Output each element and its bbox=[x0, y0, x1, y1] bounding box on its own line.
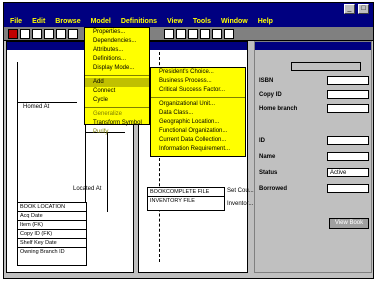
menu-file[interactable]: File bbox=[10, 16, 22, 27]
submenu-item[interactable]: Business Process... bbox=[151, 77, 245, 86]
menu-item[interactable]: Definitions... bbox=[85, 55, 149, 64]
tool-icon[interactable] bbox=[200, 29, 210, 39]
toolbar bbox=[4, 27, 373, 41]
submenu-item[interactable]: Critical Success Factor... bbox=[151, 86, 245, 95]
menu-item[interactable]: Attributes... bbox=[85, 46, 149, 55]
menu-edit[interactable]: Edit bbox=[32, 16, 45, 27]
relationship-line bbox=[17, 62, 18, 202]
menu-item[interactable]: Connect bbox=[85, 87, 149, 96]
entity-book-location[interactable]: BOOK LOCATION Acq Date Item (FK) Copy ID… bbox=[17, 202, 87, 266]
menu-item[interactable]: Transform Symbol bbox=[85, 119, 149, 128]
entity-title: BOOK LOCATION bbox=[18, 203, 86, 212]
submenu-item[interactable]: Current Data Collection... bbox=[151, 136, 245, 145]
entity-attribute: Owning Branch ID bbox=[20, 249, 65, 255]
menu-item[interactable]: Purify bbox=[85, 128, 149, 137]
relationship-line bbox=[107, 132, 108, 212]
field-label-copy-id: Copy ID bbox=[259, 92, 282, 98]
copy-id-field[interactable] bbox=[327, 90, 369, 99]
pane-titlebar bbox=[139, 42, 247, 50]
field-label-home-branch: Home branch bbox=[259, 106, 298, 112]
tool-icon[interactable] bbox=[188, 29, 198, 39]
application-window: _ □ File Edit Browse Model Definitions V… bbox=[3, 2, 374, 279]
home-branch-field[interactable] bbox=[327, 104, 369, 113]
file-item[interactable]: INVENTORY FILE bbox=[148, 197, 224, 205]
field-label-name: Name bbox=[259, 154, 276, 160]
menu-separator bbox=[85, 107, 149, 108]
file-item[interactable]: BOOKCOMPLETE FILE bbox=[148, 188, 224, 197]
relationship-line bbox=[17, 102, 77, 103]
menu-browse[interactable]: Browse bbox=[55, 16, 80, 27]
tool-icon[interactable] bbox=[176, 29, 186, 39]
maximize-button[interactable]: □ bbox=[358, 4, 369, 14]
submenu-item[interactable]: President's Choice... bbox=[151, 68, 245, 77]
menu-item-add[interactable]: Add bbox=[85, 78, 149, 87]
isbn-field[interactable] bbox=[327, 76, 369, 85]
pane-titlebar bbox=[255, 42, 371, 50]
label-homed-at: Homed At bbox=[23, 104, 50, 110]
form-pane: ISBN Copy ID Home branch ID Name Status … bbox=[254, 41, 372, 273]
menu-model[interactable]: Model bbox=[91, 16, 111, 27]
tool-icon[interactable] bbox=[56, 29, 66, 39]
borrowed-field[interactable] bbox=[327, 184, 369, 193]
submenu-item[interactable]: Functional Organization... bbox=[151, 127, 245, 136]
status-field[interactable]: Active bbox=[327, 168, 369, 177]
menu-definitions[interactable]: Definitions bbox=[121, 16, 157, 27]
label-located-at: Located At bbox=[73, 186, 102, 192]
tool-icon[interactable] bbox=[32, 29, 42, 39]
entity-attribute: Shelf Key Date bbox=[18, 239, 86, 248]
menu-window[interactable]: Window bbox=[221, 16, 248, 27]
window-titlebar bbox=[4, 3, 373, 16]
form-header bbox=[291, 62, 361, 71]
entity-attribute: Acq Date bbox=[18, 212, 86, 221]
menu-item[interactable]: Dependencies... bbox=[85, 37, 149, 46]
label-set-count: Set Cou... bbox=[227, 188, 254, 194]
minimize-button[interactable]: _ bbox=[344, 4, 355, 14]
model-menu: Properties... Dependencies... Attributes… bbox=[84, 27, 150, 135]
submenu-item[interactable]: Organizational Unit... bbox=[151, 100, 245, 109]
entity-attribute: Item (FK) bbox=[18, 221, 86, 230]
menu-item[interactable]: Generalize bbox=[85, 110, 149, 119]
menubar: File Edit Browse Model Definitions View … bbox=[4, 16, 373, 27]
submenu-item[interactable]: Information Requirement... bbox=[151, 145, 245, 154]
menu-separator bbox=[85, 75, 149, 76]
submenu-item[interactable]: Geographic Location... bbox=[151, 118, 245, 127]
menu-item[interactable]: Cycle bbox=[85, 96, 149, 105]
menu-tools[interactable]: Tools bbox=[193, 16, 211, 27]
field-label-status: Status bbox=[259, 170, 278, 176]
menu-item[interactable]: Display Mode... bbox=[85, 64, 149, 73]
add-submenu: President's Choice... Business Process..… bbox=[150, 67, 246, 157]
menu-separator bbox=[151, 97, 245, 98]
menu-help[interactable]: Help bbox=[258, 16, 273, 27]
label-inventory: Inventor... bbox=[227, 201, 254, 207]
menu-item[interactable]: Properties... bbox=[85, 28, 149, 37]
tool-icon[interactable] bbox=[68, 29, 78, 39]
tool-icon[interactable] bbox=[164, 29, 174, 39]
view-book-button[interactable]: View Book bbox=[329, 218, 369, 229]
field-label-isbn: ISBN bbox=[259, 78, 274, 84]
id-field[interactable] bbox=[327, 136, 369, 145]
entity-attribute: Copy ID (FK) bbox=[18, 230, 86, 239]
tool-icon[interactable] bbox=[20, 29, 30, 39]
menu-view[interactable]: View bbox=[167, 16, 183, 27]
field-label-borrowed: Borrowed bbox=[259, 186, 288, 192]
name-field[interactable] bbox=[327, 152, 369, 161]
tool-icon[interactable] bbox=[212, 29, 222, 39]
file-list[interactable]: BOOKCOMPLETE FILE INVENTORY FILE bbox=[147, 187, 225, 211]
tool-icon[interactable] bbox=[8, 29, 18, 39]
submenu-item[interactable]: Data Class... bbox=[151, 109, 245, 118]
tool-icon[interactable] bbox=[224, 29, 234, 39]
field-label-id: ID bbox=[259, 138, 265, 144]
tool-icon[interactable] bbox=[44, 29, 54, 39]
